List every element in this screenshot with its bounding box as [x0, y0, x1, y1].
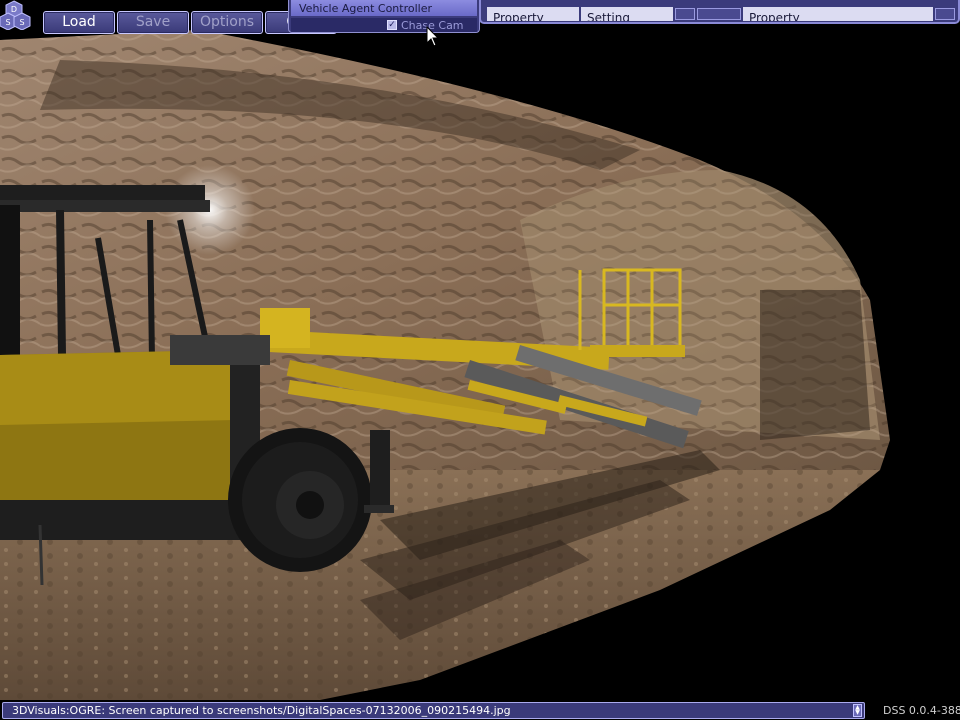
logo-letter-d: D	[11, 5, 17, 14]
load-button[interactable]: Load	[43, 11, 115, 34]
chase-cam-checkbox[interactable]: ✓	[387, 20, 397, 30]
status-scroll-spinner[interactable]: ▲ ▼	[853, 704, 862, 717]
save-button[interactable]: Save	[117, 11, 189, 34]
property-panel-toggle-2[interactable]	[697, 8, 741, 20]
version-label: DSS 0.0.4-388	[883, 704, 960, 717]
logo-letter-s1: S	[5, 18, 10, 27]
property-panel-toggle-1[interactable]	[675, 8, 695, 20]
logo-letter-s2: S	[19, 18, 24, 27]
vehicle-agent-controller-row: ✓ Chase Cam	[291, 18, 477, 32]
status-message: 3DVisuals:OGRE: Screen captured to scree…	[12, 704, 511, 717]
app-logo: D S S	[0, 0, 31, 30]
status-bar: 3DVisuals:OGRE: Screen captured to scree…	[2, 702, 865, 719]
options-button[interactable]: Options	[191, 11, 263, 34]
property-header-2[interactable]: Property	[743, 7, 933, 21]
3d-viewport[interactable]	[0, 0, 960, 720]
property-panel: Property Setting Property	[479, 0, 960, 24]
vehicle-agent-controller-panel: Vehicle Agent Controller ✓ Chase Cam	[288, 0, 480, 33]
property-panel-toggle-3[interactable]	[935, 8, 955, 20]
setting-header[interactable]: Setting	[581, 7, 673, 21]
mouse-cursor-icon	[426, 26, 440, 47]
property-header-1[interactable]: Property	[487, 7, 579, 21]
vehicle-agent-controller-title[interactable]: Vehicle Agent Controller	[291, 0, 477, 16]
